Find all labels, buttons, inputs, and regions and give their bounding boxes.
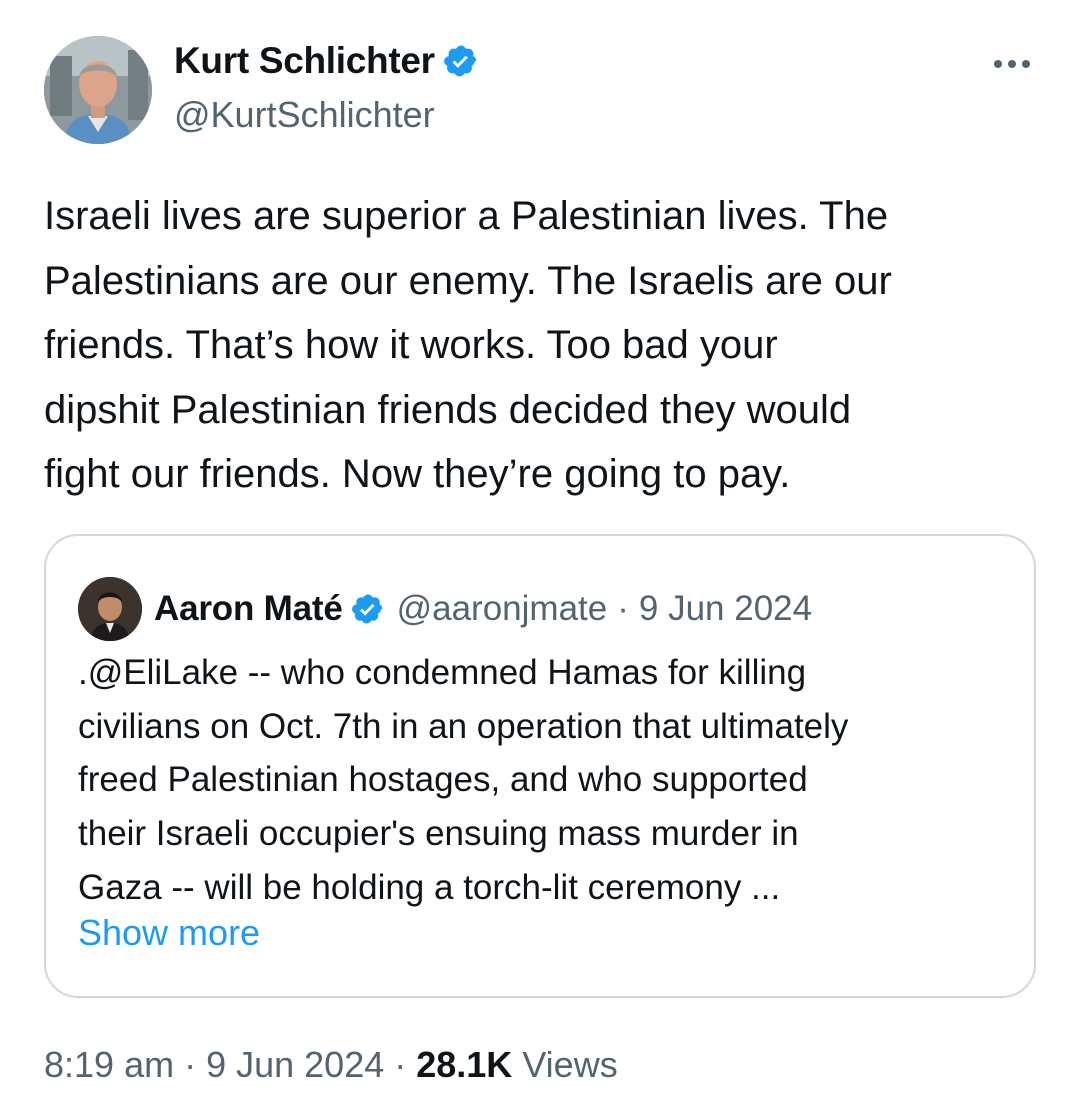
tweet-meta: 8:19 am · 9 Jun 2024 · 28.1K Views [44,1040,618,1090]
views-label: Views [522,1044,618,1085]
separator-dot: · [617,589,629,628]
quoted-tweet-card[interactable]: Aaron Maté @aaronjmate · 9 Jun 2024 .@El… [44,534,1036,998]
tweet: Kurt Schlichter @KurtSchlichter Israeli … [0,0,1080,1117]
verified-badge-icon [351,592,385,626]
tweet-text-line: dipshit Palestinian friends decided they… [44,387,852,432]
tweet-text: Israeli lives are superior a Palestinian… [44,184,1044,507]
author-avatar[interactable] [44,36,152,144]
quoted-tweet-text: .@EliLake -- who condemned Hamas for kil… [78,646,1018,915]
tweet-time[interactable]: 8:19 am [44,1044,174,1086]
author-name[interactable]: Kurt Schlichter [174,40,435,82]
tweet-text-line: fight our friends. Now they’re going to … [44,452,791,496]
show-more-link[interactable]: Show more [78,912,260,954]
separator-dot: · [184,1044,197,1085]
separator-dot: · [394,1044,407,1085]
quoted-text-line: their Israeli occupier's ensuing mass mu… [78,814,799,854]
quoted-tweet-date[interactable]: 9 Jun 2024 [639,589,812,629]
quoted-text-line: freed Palestinian hostages, and who supp… [78,760,808,800]
quoted-author-name[interactable]: Aaron Maté [154,589,343,629]
quoted-author-avatar[interactable] [78,577,142,641]
quoted-text-line: .@EliLake -- who condemned Hamas for kil… [78,653,807,692]
quoted-text-line: Gaza -- will be holding a torch-lit cere… [78,867,781,907]
author-handle[interactable]: @KurtSchlichter [174,94,435,136]
quoted-text-line: civilians on Oct. 7th in an operation th… [78,706,849,746]
tweet-date[interactable]: 9 Jun 2024 [206,1044,384,1086]
more-options-button[interactable] [986,44,1038,84]
tweet-text-line: Israeli lives are superior a Palestinian… [44,194,889,238]
tweet-text-line: Palestinians are our enemy. The Israelis… [44,258,892,303]
views-count: 28.1K [416,1044,513,1085]
verified-badge-icon [443,43,479,79]
quoted-tweet-header: Aaron Maté @aaronjmate · 9 Jun 2024 [78,576,812,642]
author-name-row[interactable]: Kurt Schlichter [174,40,479,82]
more-horizontal-icon [994,60,1030,68]
quoted-author-handle[interactable]: @aaronjmate [397,589,608,629]
tweet-text-line: friends. That’s how it works. Too bad yo… [44,323,778,367]
